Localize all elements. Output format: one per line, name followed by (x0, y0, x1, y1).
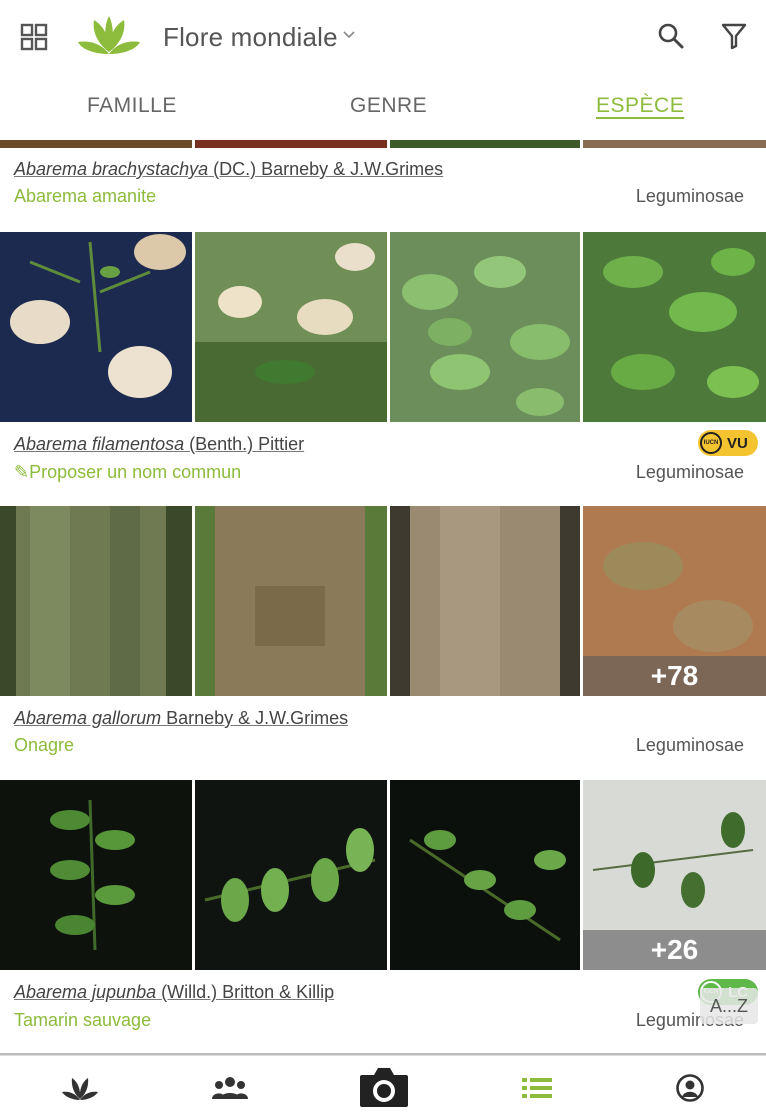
photo-strip: +26 (0, 780, 766, 970)
nav-list[interactable] (517, 1070, 557, 1106)
more-photos-count[interactable]: +26 (583, 930, 766, 970)
pencil-icon: ✎ (14, 462, 30, 482)
filter-icon[interactable] (718, 19, 750, 53)
list-icon (522, 1078, 552, 1098)
grid-icon[interactable] (20, 23, 48, 51)
plantnet-logo (78, 16, 140, 54)
scientific-name[interactable]: Abarema jupunba (Willd.) Britton & Killi… (14, 982, 334, 1003)
scientific-name[interactable]: Abarema filamentosa (Benth.) Pittier (14, 434, 304, 455)
species-list[interactable]: Abarema brachystachya (DC.) Barneby & J.… (0, 140, 766, 1055)
people-icon (212, 1077, 248, 1099)
photo-strip (0, 140, 766, 148)
nav-plants[interactable] (60, 1070, 100, 1106)
profile-icon (676, 1074, 704, 1102)
alphabet-scroll-indicator[interactable]: A...Z (700, 988, 758, 1024)
species-photo[interactable] (390, 506, 580, 696)
species-photo[interactable] (195, 232, 387, 422)
common-name: Onagre (14, 735, 75, 755)
iucn-logo-icon: IUCN (700, 432, 722, 454)
camera-icon (360, 1068, 408, 1107)
iucn-status: VU (727, 434, 748, 452)
species-photo[interactable] (0, 140, 192, 148)
species-photo[interactable] (195, 780, 387, 970)
app-header: Flore mondiale (0, 0, 766, 76)
common-name: Tamarin sauvage (14, 1010, 152, 1030)
species-photo[interactable] (0, 780, 192, 970)
tab-famille[interactable]: FAMILLE (87, 94, 177, 118)
scientific-name[interactable]: Abarema gallorum Barneby & J.W.Grimes (14, 708, 348, 729)
scientific-name[interactable]: Abarema brachystachya (DC.) Barneby & J.… (14, 159, 443, 180)
photo-strip (0, 232, 766, 422)
tab-genre[interactable]: GENRE (350, 94, 427, 118)
chevron-down-icon[interactable] (342, 30, 356, 40)
photo-strip: +78 (0, 506, 766, 696)
species-photo[interactable] (0, 232, 192, 422)
family-name: Leguminosae (635, 186, 744, 206)
family-name: Leguminosae (635, 462, 744, 482)
nav-community[interactable] (210, 1070, 250, 1106)
iucn-status-badge: IUCN VU (698, 430, 758, 456)
plant-icon (62, 1078, 98, 1100)
bottom-navigation (0, 1055, 766, 1120)
nav-camera[interactable] (358, 1064, 410, 1110)
species-photo[interactable] (390, 780, 580, 970)
tab-espece[interactable]: ESPÈCE (596, 94, 684, 118)
tab-bar: FAMILLE GENRE ESPÈCE (0, 76, 766, 140)
common-name: Abarema amanite (14, 186, 157, 206)
species-photo[interactable] (390, 232, 580, 422)
app-title[interactable]: Flore mondiale (163, 22, 338, 53)
species-photo[interactable] (195, 140, 387, 148)
suggest-common-name-link[interactable]: ✎Proposer un nom commun (14, 462, 241, 483)
species-photo[interactable] (390, 140, 580, 148)
species-photo[interactable] (583, 232, 766, 422)
species-photo[interactable] (195, 506, 387, 696)
nav-profile[interactable] (670, 1070, 710, 1106)
family-name: Leguminosae (635, 735, 744, 755)
more-photos-count[interactable]: +78 (583, 656, 766, 696)
search-icon[interactable] (655, 19, 687, 53)
species-photo[interactable]: +26 (583, 780, 766, 970)
species-photo[interactable] (583, 140, 766, 148)
species-photo[interactable] (0, 506, 192, 696)
species-photo[interactable]: +78 (583, 506, 766, 696)
